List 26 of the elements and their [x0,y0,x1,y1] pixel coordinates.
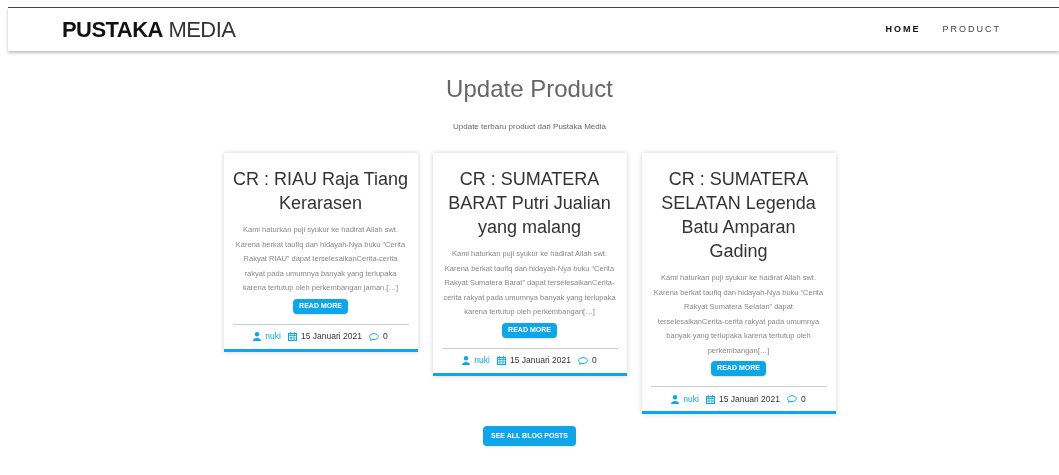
post-title[interactable]: CR : RIAU Raja Tiang Kerarasen [232,167,409,215]
calendar-icon [287,332,297,341]
author-link[interactable]: nuki [474,354,490,367]
comment-count: 0 [382,330,388,343]
section-subtitle: Update terbaru product dari Pustaka Media [453,121,606,133]
nav-link[interactable]: HOME [885,22,921,37]
post-date: 15 Januari 2021 [718,392,780,406]
user-icon [671,394,680,404]
nav-link[interactable]: PRODUCT [942,22,1001,37]
user-icon [253,332,262,341]
section-title: Update Product [446,74,613,104]
post-date: 15 Januari 2021 [509,354,571,367]
post-title[interactable]: CR : SUMATERA SELATAN Legenda Batu Amparan Gading [650,167,827,263]
calendar-icon [496,356,506,365]
post-title[interactable]: CR : SUMATERA BARAT Putri Jualian yang malang [441,167,618,239]
logo[interactable]: PUSTAKA MEDIA [62,13,236,46]
user-icon [462,356,471,365]
comment-icon [577,356,588,365]
comment-count: 0 [591,354,597,367]
author-link[interactable]: nuki [265,330,281,343]
calendar-icon [705,394,715,404]
post-date: 15 Januari 2021 [300,330,362,343]
comment-count: 0 [800,392,806,406]
comment-icon [786,395,797,403]
author-link[interactable]: nuki [683,392,699,406]
comment-icon [368,332,379,341]
